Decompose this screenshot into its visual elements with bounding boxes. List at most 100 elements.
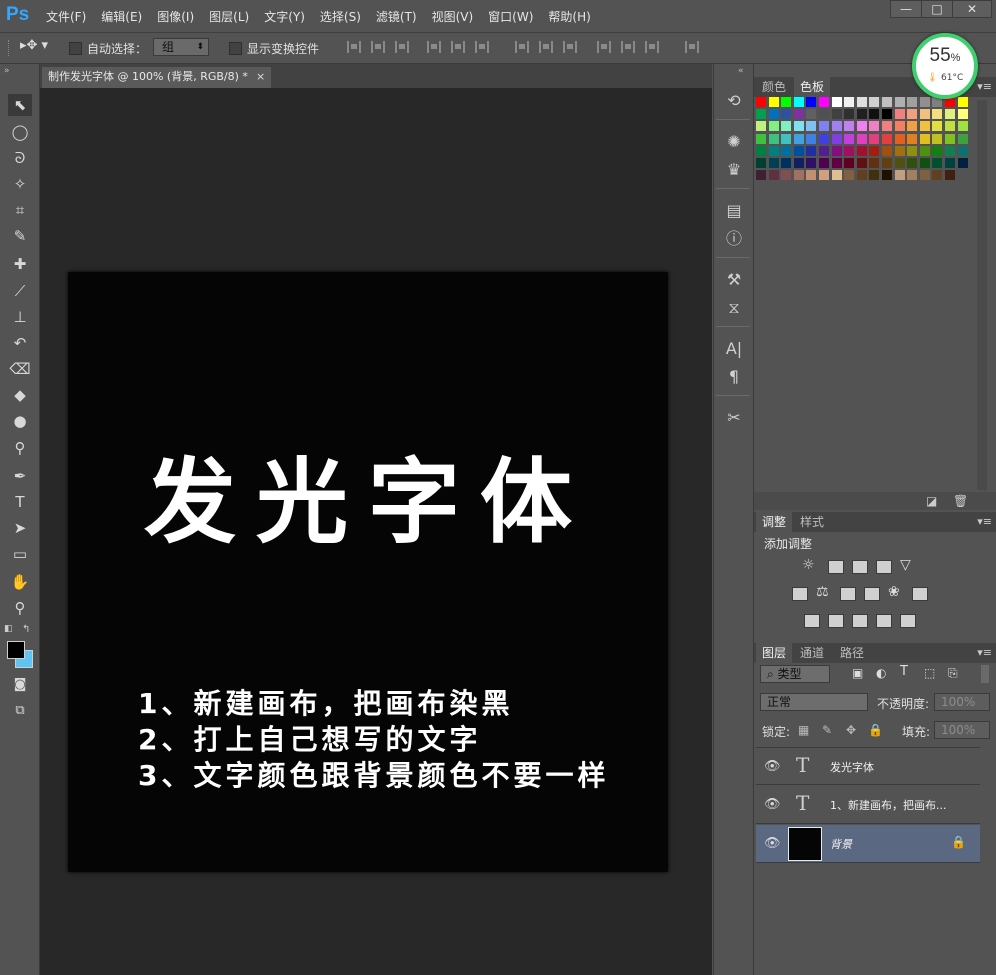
filter-smart-icon[interactable]: ⎘ bbox=[948, 666, 958, 681]
blur-tool-icon[interactable]: ● bbox=[8, 410, 32, 432]
swatch-cell[interactable] bbox=[756, 97, 766, 107]
auto-select-checkbox[interactable] bbox=[69, 42, 82, 55]
swatch-cell[interactable] bbox=[806, 133, 817, 144]
swatch-cell[interactable] bbox=[793, 121, 804, 132]
move-tool-icon[interactable]: ▸✥ ▾ bbox=[20, 38, 48, 53]
swatch-cell[interactable] bbox=[919, 121, 930, 132]
swatch-cell[interactable] bbox=[932, 158, 943, 168]
swatch-cell[interactable] bbox=[793, 158, 804, 168]
swatch-cell[interactable] bbox=[844, 158, 855, 168]
swatch-cell[interactable] bbox=[907, 133, 918, 144]
swatch-cell[interactable] bbox=[907, 109, 918, 120]
swatch-scrollbar[interactable] bbox=[977, 100, 987, 490]
swatch-cell[interactable] bbox=[932, 133, 943, 144]
swatch-cell[interactable] bbox=[869, 145, 880, 156]
tab-paths[interactable]: 路径 bbox=[834, 643, 870, 663]
swatch-cell[interactable] bbox=[882, 170, 892, 181]
cpu-monitor-widget[interactable]: 55% 🌡 61°C bbox=[912, 33, 978, 99]
invert-icon[interactable] bbox=[804, 614, 820, 628]
swatch-cell[interactable] bbox=[793, 109, 804, 120]
clone-stamp-icon[interactable]: ⊥ bbox=[8, 306, 32, 328]
swatch-cell[interactable] bbox=[919, 133, 930, 144]
distribute-right-icon[interactable] bbox=[645, 41, 659, 53]
menu-window[interactable]: 窗口(W) bbox=[488, 8, 533, 25]
swatch-cell[interactable] bbox=[756, 158, 766, 168]
align-right-icon[interactable] bbox=[475, 41, 489, 53]
swatch-cell[interactable] bbox=[768, 121, 779, 132]
tools-panel-icon[interactable]: ✂ bbox=[722, 406, 746, 430]
swatch-cell[interactable] bbox=[831, 145, 842, 156]
swatch-cell[interactable] bbox=[882, 145, 892, 156]
hue-saturation-icon[interactable] bbox=[792, 587, 808, 601]
blend-mode-dropdown[interactable]: 正常 bbox=[760, 693, 868, 711]
visibility-eye-icon[interactable]: 👁 bbox=[764, 797, 781, 812]
swatch-cell[interactable] bbox=[793, 97, 804, 107]
auto-select-dropdown[interactable]: 组 ⬍ bbox=[153, 38, 209, 56]
swatch-cell[interactable] bbox=[768, 145, 779, 156]
swatch-cell[interactable] bbox=[819, 145, 829, 156]
tab-color[interactable]: 颜色 bbox=[756, 77, 792, 97]
color-balance-icon[interactable]: ⚖ bbox=[816, 584, 829, 600]
swatch-cell[interactable] bbox=[806, 145, 817, 156]
swatch-cell[interactable] bbox=[919, 97, 930, 107]
swatch-cell[interactable] bbox=[869, 133, 880, 144]
swatch-cell[interactable] bbox=[781, 133, 792, 144]
swatch-cell[interactable] bbox=[932, 145, 943, 156]
swatch-grid[interactable] bbox=[756, 97, 976, 183]
distribute-left-icon[interactable] bbox=[597, 41, 611, 53]
swatch-cell[interactable] bbox=[831, 133, 842, 144]
layer-filter-dropdown[interactable]: ⌕ 类型 bbox=[760, 665, 830, 683]
properties-panel-icon[interactable]: ▤ bbox=[722, 199, 746, 223]
delete-swatch-icon[interactable]: 🗑 bbox=[953, 494, 968, 508]
pen-tool-icon[interactable]: ✒ bbox=[8, 465, 32, 487]
swatch-cell[interactable] bbox=[756, 121, 766, 132]
swatch-cell[interactable] bbox=[806, 158, 817, 168]
history-panel-icon[interactable]: ⟲ bbox=[722, 89, 746, 113]
swatch-cell[interactable] bbox=[856, 145, 867, 156]
swatch-cell[interactable] bbox=[793, 145, 804, 156]
swatch-cell[interactable] bbox=[945, 145, 955, 156]
swatch-cell[interactable] bbox=[806, 121, 817, 132]
crop-tool-icon[interactable]: ⌗ bbox=[8, 199, 32, 221]
history-brush-icon[interactable]: ↶ bbox=[8, 332, 32, 354]
layer-row[interactable]: 👁 T 发光字体 bbox=[756, 747, 980, 785]
paint-bucket-icon[interactable]: ◆ bbox=[8, 384, 32, 406]
character-panel-icon[interactable]: A| bbox=[722, 337, 746, 361]
swatch-cell[interactable] bbox=[756, 133, 766, 144]
filter-pixel-icon[interactable]: ▣ bbox=[852, 666, 863, 680]
swatch-cell[interactable] bbox=[768, 158, 779, 168]
swatch-cell[interactable] bbox=[844, 170, 855, 181]
vibrance-icon[interactable]: ▽ bbox=[900, 557, 911, 573]
swatch-cell[interactable] bbox=[894, 121, 905, 132]
swatch-cell[interactable] bbox=[831, 109, 842, 120]
visibility-eye-icon[interactable]: 👁 bbox=[764, 759, 781, 774]
menu-file[interactable]: 文件(F) bbox=[46, 8, 86, 25]
close-button[interactable]: ✕ bbox=[952, 0, 992, 18]
panel-menu-icon[interactable]: ▾≡ bbox=[977, 515, 992, 528]
move-tool-icon[interactable]: ⬉ bbox=[8, 94, 32, 116]
swatch-cell[interactable] bbox=[819, 97, 829, 107]
maximize-button[interactable]: □ bbox=[921, 0, 953, 18]
swatch-cell[interactable] bbox=[882, 97, 892, 107]
swatch-cell[interactable] bbox=[844, 109, 855, 120]
lock-all-icon[interactable]: 🔒 bbox=[868, 723, 883, 737]
quick-mask-icon[interactable]: ◙ bbox=[8, 674, 32, 696]
document-tab[interactable]: 制作发光字体 @ 100% (背景, RGB/8) * × bbox=[42, 67, 272, 88]
swatch-cell[interactable] bbox=[781, 109, 792, 120]
menu-edit[interactable]: 编辑(E) bbox=[101, 8, 142, 25]
swatch-cell[interactable] bbox=[781, 158, 792, 168]
distribute-bottom-icon[interactable] bbox=[563, 41, 577, 53]
layer-comps-icon[interactable]: ⧖ bbox=[722, 296, 746, 320]
screen-mode-icon[interactable]: ⧉ bbox=[8, 700, 32, 722]
swatch-cell[interactable] bbox=[831, 170, 842, 181]
filter-shape-icon[interactable]: ⬚ bbox=[924, 666, 935, 680]
swatch-cell[interactable] bbox=[831, 158, 842, 168]
exposure-icon[interactable] bbox=[876, 560, 892, 574]
swatch-cell[interactable] bbox=[945, 158, 955, 168]
swatch-cell[interactable] bbox=[856, 133, 867, 144]
threshold-icon[interactable] bbox=[852, 614, 868, 628]
swatch-cell[interactable] bbox=[957, 145, 968, 156]
distribute-hcenter-icon[interactable] bbox=[621, 41, 635, 53]
align-bottom-icon[interactable] bbox=[395, 41, 409, 53]
filter-type-icon[interactable]: T bbox=[900, 664, 908, 679]
